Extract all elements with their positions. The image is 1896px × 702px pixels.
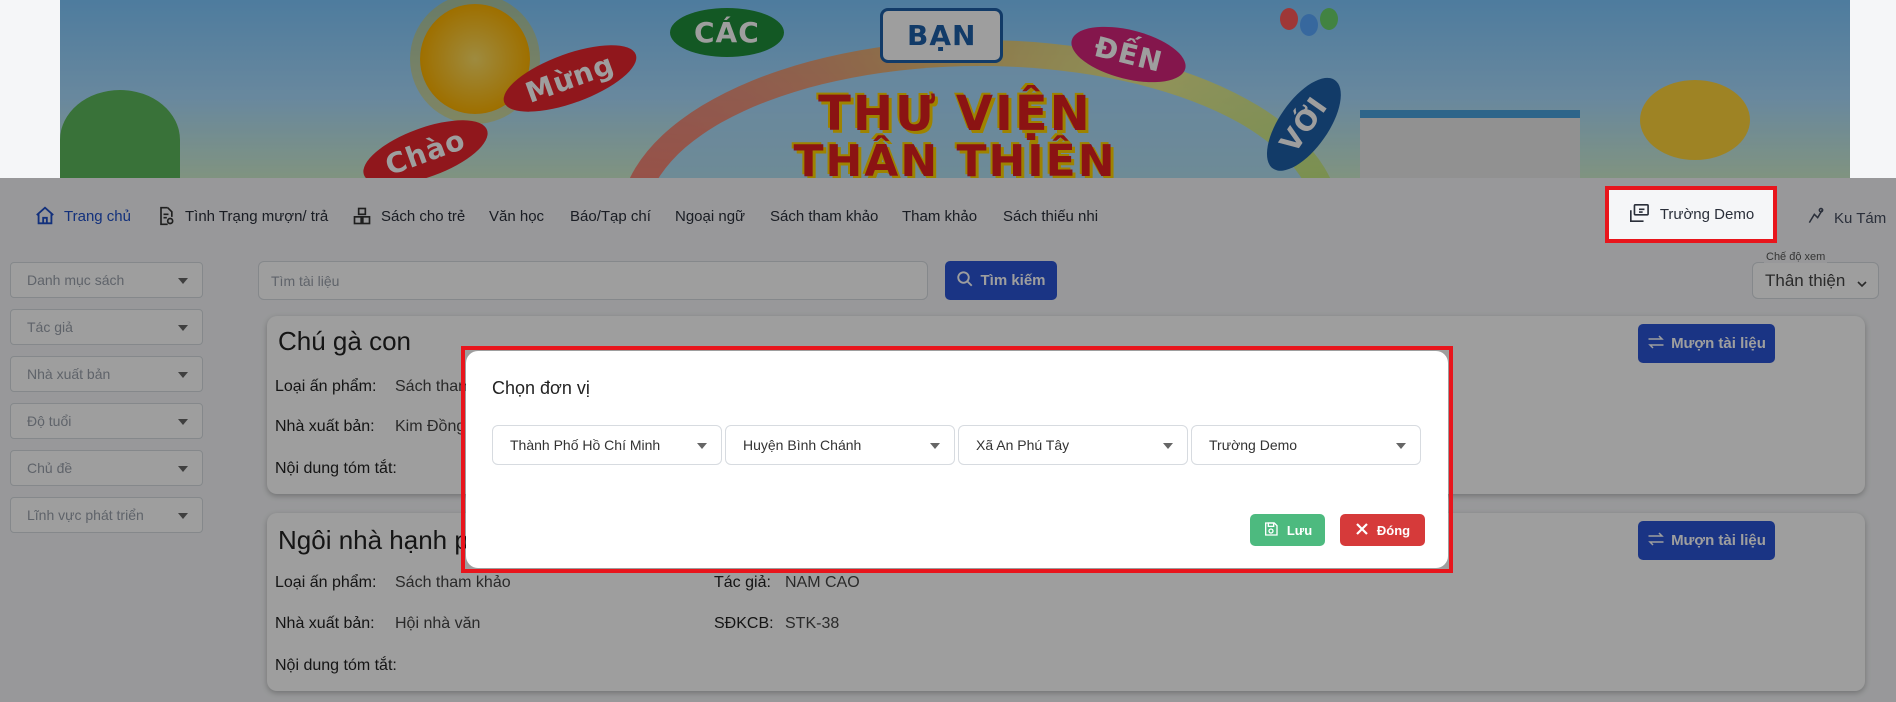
user-name: Ku Tám (1834, 209, 1887, 227)
user-menu[interactable]: Ku Tám (1806, 206, 1886, 230)
save-button-label: Lưu (1286, 522, 1313, 538)
ward-select[interactable]: Xã An Phú Tây (958, 425, 1188, 465)
close-button-label: Đóng (1376, 522, 1411, 538)
user-avatar-icon (1806, 206, 1826, 230)
select-value: Thành Phố Hồ Chí Minh (510, 437, 661, 453)
select-value: Trường Demo (1209, 437, 1298, 453)
modal-title: Chọn đơn vị (492, 378, 590, 398)
caret-down-icon (1163, 443, 1173, 449)
caret-down-icon (930, 443, 940, 449)
library-banner: Mừng CÁC BẠN ĐẾN VỚI Chào THƯ VIỆN THÂN … (60, 0, 1850, 178)
select-value: Huyện Bình Chánh (743, 437, 862, 453)
caret-down-icon (697, 443, 707, 449)
save-button[interactable]: Lưu (1250, 514, 1325, 546)
switch-unit-icon (1628, 203, 1650, 227)
select-unit-modal: Chọn đơn vị Thành Phố Hồ Chí Minh Huyện … (466, 351, 1448, 568)
city-select[interactable]: Thành Phố Hồ Chí Minh (492, 425, 722, 465)
school-select[interactable]: Trường Demo (1191, 425, 1421, 465)
save-icon (1263, 521, 1279, 540)
district-select[interactable]: Huyện Bình Chánh (725, 425, 955, 465)
close-button[interactable]: Đóng (1340, 514, 1425, 546)
select-value: Xã An Phú Tây (976, 437, 1070, 453)
banner-dim-overlay (60, 0, 1850, 178)
caret-down-icon (1396, 443, 1406, 449)
school-selector[interactable]: Trường Demo (1605, 186, 1777, 243)
school-selector-label: Trường Demo (1659, 206, 1755, 223)
close-icon (1355, 522, 1369, 539)
